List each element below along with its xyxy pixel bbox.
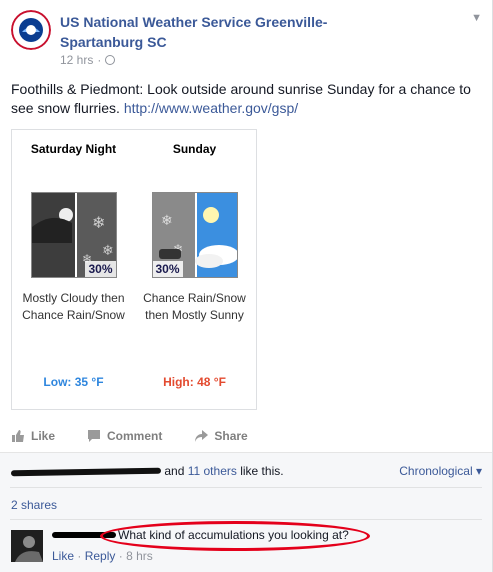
forecast-card[interactable]: Saturday Night ❄ ❄ ❄ 30% Mostly Cloudy t… xyxy=(11,129,257,410)
comment-like-link[interactable]: Like xyxy=(52,549,74,563)
divider xyxy=(10,519,482,520)
rain-snow-then-sunny-icon: ❄ ❄ 30% xyxy=(151,192,238,278)
likes-and: and xyxy=(164,464,185,478)
share-button[interactable]: Share xyxy=(194,429,248,443)
post-timestamp[interactable]: 12 hrs xyxy=(60,53,93,67)
period-description: Chance Rain/Snow then Mostly Sunny xyxy=(143,291,246,322)
precip-chance: 30% xyxy=(85,261,116,277)
period-day: Saturday Night xyxy=(30,142,117,156)
like-label: Like xyxy=(31,429,56,443)
comment-timestamp[interactable]: 8 hrs xyxy=(126,549,153,563)
low-temperature: Low: 35 °F xyxy=(43,375,104,389)
like-button[interactable]: Like xyxy=(11,429,55,443)
comment-label: Comment xyxy=(107,429,163,443)
red-annotation-oval xyxy=(100,521,370,551)
order-label: Chronological xyxy=(399,464,473,478)
divider xyxy=(10,487,482,488)
comment-reply-link[interactable]: Reply xyxy=(85,549,116,563)
page-name-link[interactable]: US National Weather Service Greenville-S… xyxy=(60,12,380,52)
likes-suffix: like this. xyxy=(240,464,284,478)
svg-text:❄: ❄ xyxy=(102,242,114,258)
comment-order-dropdown[interactable]: Chronological ▾ xyxy=(399,464,482,478)
precip-chance: 30% xyxy=(152,261,183,277)
chevron-down-icon[interactable]: ▼ xyxy=(471,12,482,24)
period-description: Mostly Cloudy then Chance Rain/Snow xyxy=(22,291,125,322)
commenter-avatar[interactable] xyxy=(11,530,43,562)
forecast-period-saturday-night: Saturday Night ❄ ❄ ❄ 30% Mostly Cloudy t… xyxy=(12,130,135,324)
night-cloudy-snow-icon: ❄ ❄ ❄ 30% xyxy=(30,192,117,278)
feedback-section: and 11 others like this. Chronological ▾… xyxy=(0,452,492,572)
svg-text:❄: ❄ xyxy=(92,215,105,232)
share-label: Share xyxy=(214,429,248,443)
share-arrow-icon xyxy=(195,430,209,442)
period-day: Sunday xyxy=(172,142,217,156)
high-temperature: High: 48 °F xyxy=(163,375,226,389)
others-link[interactable]: 11 others xyxy=(188,464,237,478)
nws-logo-avatar[interactable] xyxy=(11,10,51,50)
shares-link[interactable]: 2 shares xyxy=(11,498,57,512)
comment-meta: Like · Reply · 8 hrs xyxy=(52,549,153,563)
post-actions: Like Comment Share xyxy=(11,429,280,443)
post-meta: 12 hrs · xyxy=(60,53,116,67)
post-link[interactable]: http://www.weather.gov/gsp/ xyxy=(124,100,298,116)
caret-down-icon: ▾ xyxy=(475,464,482,478)
globe-icon xyxy=(105,55,116,65)
comment-button[interactable]: Comment xyxy=(87,429,162,443)
redacted-names xyxy=(10,467,162,477)
speech-bubble-icon xyxy=(88,430,101,442)
svg-text:❄: ❄ xyxy=(161,212,173,228)
post-text: Foothills & Piedmont: Look outside aroun… xyxy=(11,80,483,118)
facebook-post: US National Weather Service Greenville-S… xyxy=(0,0,493,572)
forecast-period-sunday: Sunday ❄ ❄ 30% Chance Rain/Snow then Mos… xyxy=(133,130,256,324)
thumbs-up-icon xyxy=(12,430,24,442)
